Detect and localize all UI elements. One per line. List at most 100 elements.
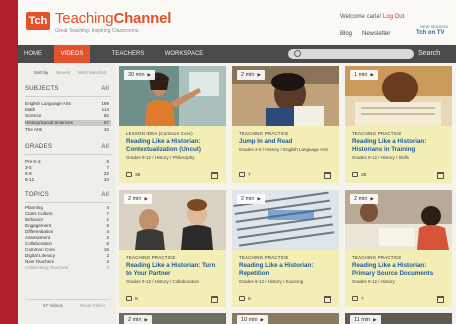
topic-label: Common Core <box>25 247 55 252</box>
video-thumbnail[interactable]: 2 min ▶ <box>232 66 339 126</box>
card-type: TEACHING PRACTICE <box>126 255 176 260</box>
topics-all[interactable]: All <box>101 192 109 198</box>
thumbs-up-icon <box>126 296 132 301</box>
video-card[interactable]: 2 min ▶ TEACHING PRACTICE Jump In and Rea… <box>232 66 339 183</box>
like-count[interactable]: 25 <box>352 172 366 178</box>
video-thumbnail[interactable]: 11 min ▶ <box>345 313 452 324</box>
topic-label: Celebrating Teachers <box>25 265 69 270</box>
card-title[interactable]: Reading Like a Historian: Primary Source… <box>352 262 448 278</box>
subject-item[interactable]: Science 82 <box>25 113 111 119</box>
video-card[interactable]: 1 min ▶ TEACHING PRACTICE Reading Like a … <box>345 66 452 183</box>
play-icon: ▶ <box>370 72 374 77</box>
reset-filters-link[interactable]: Reset Filters <box>80 303 105 308</box>
card-subtitle: Grades 3-5 / History / English Language … <box>239 147 329 152</box>
grades-title: GRADES <box>25 144 53 150</box>
nav-videos[interactable]: VIDEOS <box>54 45 90 63</box>
topic-label: New Teachers <box>25 259 55 264</box>
sidebar-footer: 57 Videos Reset Filters <box>25 299 111 311</box>
video-card[interactable]: 30 min ▶ LESSON IDEA (Common Core) Readin… <box>119 66 226 183</box>
duration-badge: 30 min ▶ <box>124 70 155 80</box>
play-icon: ▶ <box>257 196 261 201</box>
page-frame: Tch TeachingChannel Great Teaching. Insp… <box>18 0 456 324</box>
save-icon[interactable] <box>211 172 218 179</box>
video-thumbnail[interactable]: 1 min ▶ <box>345 66 452 126</box>
like-count[interactable]: 5 <box>239 296 251 302</box>
video-thumbnail[interactable]: 30 min ▶ <box>119 66 226 126</box>
video-card[interactable]: 2 min ▶ TEACHING PRACTICE Reading Like a … <box>232 190 339 307</box>
blog-link[interactable]: Blog <box>340 31 352 37</box>
video-count: 57 Videos <box>43 303 63 308</box>
subjects-all[interactable]: All <box>101 86 109 92</box>
topics-heading: TOPICS All <box>25 192 111 203</box>
card-title[interactable]: Reading Like a Historian: Repetition <box>239 262 335 278</box>
logo-wordmark[interactable]: TeachingChannel <box>55 10 171 27</box>
card-title[interactable]: Reading Like a Historian: Turn to Your P… <box>126 262 222 278</box>
nav-workspace[interactable]: WORKSPACE <box>162 45 206 63</box>
nav-teachers[interactable]: TEACHERS <box>110 45 146 63</box>
sort-newest[interactable]: Newest <box>56 70 71 75</box>
search-input[interactable] <box>288 49 414 59</box>
duration-text: 2 min <box>241 196 255 202</box>
video-card[interactable]: 10 min ▶ <box>232 313 339 324</box>
subject-count: 42 <box>103 127 109 132</box>
nav-home[interactable]: HOME <box>18 45 48 63</box>
like-count[interactable]: 38 <box>126 172 140 178</box>
video-thumbnail[interactable]: 10 min ▶ <box>232 313 339 324</box>
video-card[interactable]: 11 min ▶ <box>345 313 452 324</box>
play-icon: ▶ <box>257 72 261 77</box>
topics-title: TOPICS <box>25 192 50 198</box>
video-thumbnail[interactable]: 2 min ▶ <box>232 190 339 250</box>
play-icon: ▶ <box>260 317 264 322</box>
video-thumbnail[interactable]: 2 min ▶ <box>345 190 452 250</box>
save-icon[interactable] <box>437 172 444 179</box>
topic-label: Collaboration <box>25 241 53 246</box>
topic-label: Assessment <box>25 235 51 240</box>
topic-label: Differentiation <box>25 229 54 234</box>
duration-badge: 10 min ▶ <box>237 315 268 324</box>
filter-sidebar: Sort by Newest Most Watched SUBJECTS All … <box>18 63 116 324</box>
search-button[interactable]: Search <box>418 45 440 63</box>
video-card[interactable]: 2 min ▶ TEACHING PRACTICE Reading Like a … <box>119 190 226 307</box>
grades-heading: GRADES All <box>25 144 111 155</box>
logout-link[interactable]: Log Out <box>383 14 404 20</box>
video-thumbnail[interactable]: 2 min ▶ <box>119 190 226 250</box>
grade-item[interactable]: 9-12 34 <box>25 177 111 183</box>
logo-mark[interactable]: Tch <box>26 12 50 30</box>
duration-badge: 2 min ▶ <box>124 315 152 324</box>
video-thumbnail[interactable]: 2 min ▶ <box>119 313 226 324</box>
save-icon[interactable] <box>324 172 331 179</box>
like-number: 8 <box>135 297 138 302</box>
like-count[interactable]: 8 <box>126 296 138 302</box>
thumbs-up-icon <box>239 172 245 177</box>
card-title[interactable]: Reading Like a Historian: Historians in … <box>352 138 448 154</box>
duration-badge: 2 min ▶ <box>350 194 378 204</box>
play-icon: ▶ <box>370 196 374 201</box>
duration-text: 2 min <box>128 317 142 323</box>
subject-label: Math <box>25 107 36 112</box>
save-icon[interactable] <box>211 296 218 303</box>
duration-badge: 2 min ▶ <box>237 70 265 80</box>
like-count[interactable]: 7 <box>239 172 251 178</box>
card-type-text: LESSON IDEA <box>126 131 158 136</box>
video-card[interactable]: 2 min ▶ <box>119 313 226 324</box>
subjects-heading: SUBJECTS All <box>25 86 111 97</box>
card-title[interactable]: Reading Like a Historian: Contextualizat… <box>126 138 222 154</box>
save-icon[interactable] <box>437 296 444 303</box>
save-icon[interactable] <box>324 296 331 303</box>
card-subtitle: Grades 9-12 / History / Sourcing <box>239 279 304 284</box>
sort-most-watched[interactable]: Most Watched <box>78 70 107 75</box>
topic-count: 0 <box>106 265 109 270</box>
tch-on-tv-link[interactable]: Tch on TV <box>416 30 445 36</box>
duration-text: 30 min <box>128 72 145 78</box>
video-card[interactable]: 2 min ▶ TEACHING PRACTICE Reading Like a … <box>345 190 452 307</box>
subject-item[interactable]: The Arts 42 <box>25 127 111 133</box>
duration-text: 10 min <box>241 317 258 323</box>
card-title[interactable]: Jump In and Read <box>239 138 335 146</box>
subject-item-selected[interactable]: History/Social Sciences 57 <box>25 120 111 126</box>
newsletter-link[interactable]: Newsletter <box>362 31 390 37</box>
play-icon: ▶ <box>373 317 377 322</box>
card-type-extra: (Common Core) <box>158 131 193 136</box>
subject-label: English Language Arts <box>25 101 71 106</box>
like-count[interactable]: 7 <box>352 296 364 302</box>
grades-all[interactable]: All <box>101 144 109 150</box>
